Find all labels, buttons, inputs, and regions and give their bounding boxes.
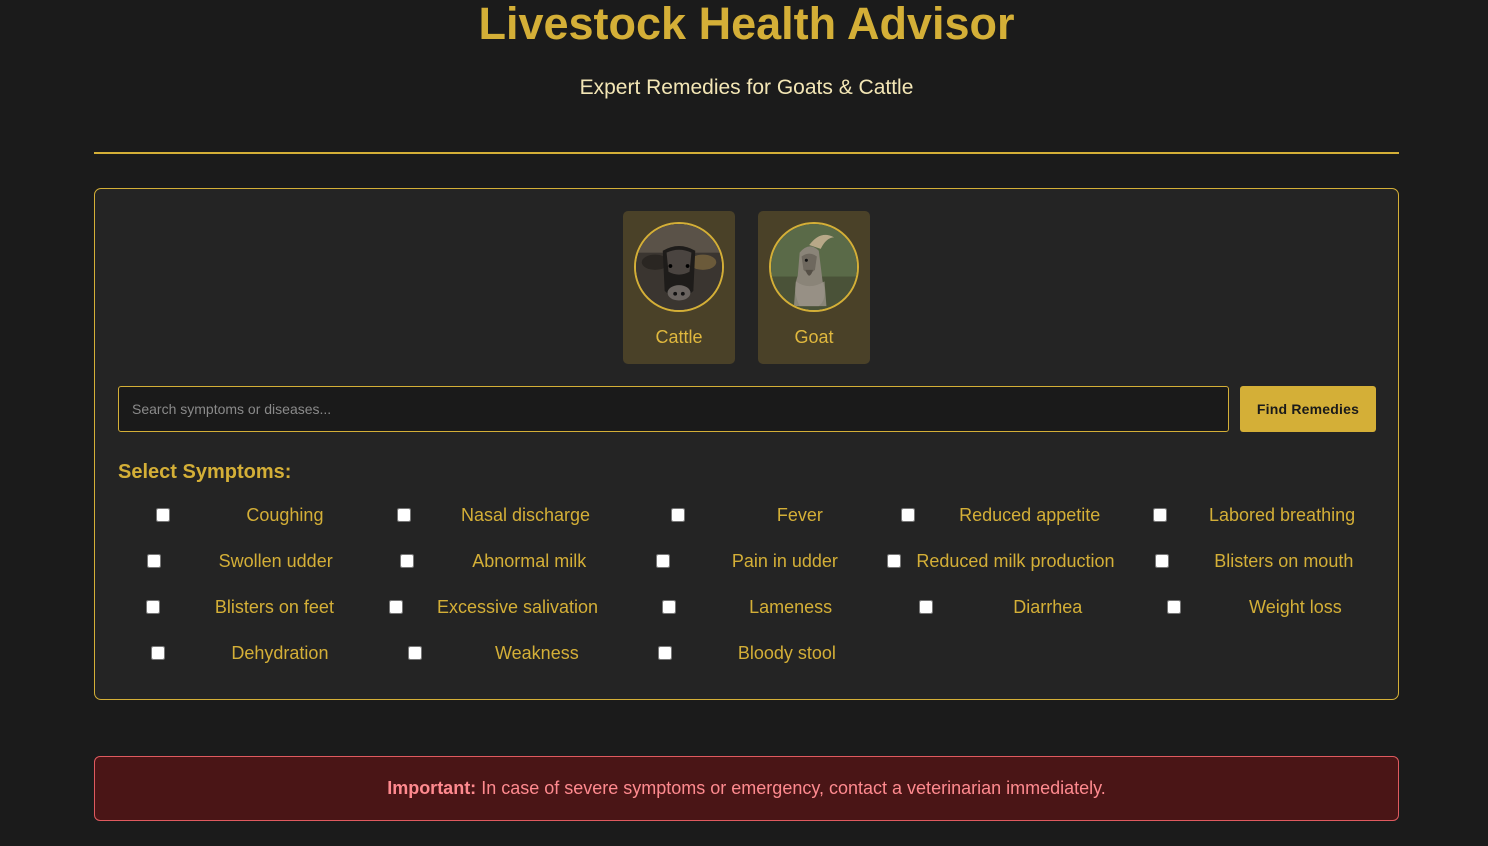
symptom-option[interactable]: Diarrhea bbox=[879, 594, 1123, 620]
symptom-label: Reduced appetite bbox=[959, 504, 1101, 525]
symptom-label: Reduced milk production bbox=[916, 550, 1115, 571]
symptom-label: Fever bbox=[776, 504, 823, 525]
symptom-checkbox[interactable] bbox=[656, 554, 671, 568]
symptom-option[interactable]: Blisters on mouth bbox=[1132, 548, 1376, 574]
symptom-checkbox[interactable] bbox=[396, 508, 411, 522]
symptom-option[interactable]: Pain in udder bbox=[625, 548, 869, 574]
symptom-checkbox[interactable] bbox=[661, 600, 676, 614]
symptom-option[interactable]: Lameness bbox=[625, 594, 869, 620]
find-remedies-button[interactable]: Find Remedies bbox=[1240, 386, 1376, 432]
symptom-option[interactable]: Reduced appetite bbox=[879, 502, 1123, 528]
symptom-checkbox[interactable] bbox=[156, 508, 171, 522]
symptom-label: Bloody stool bbox=[737, 642, 836, 663]
symptom-checkbox[interactable] bbox=[886, 554, 901, 568]
symptom-label: Weight loss bbox=[1249, 596, 1342, 617]
symptom-label: Diarrhea bbox=[1013, 596, 1083, 617]
warning-text: In case of severe symptoms or emergency,… bbox=[481, 778, 1106, 798]
symptom-label: Weakness bbox=[495, 642, 579, 663]
warning-label: Important: bbox=[387, 778, 477, 798]
animal-label-goat: Goat bbox=[794, 327, 834, 347]
symptom-option[interactable]: Abnormal milk bbox=[372, 548, 616, 574]
page-title: Livestock Health Advisor bbox=[478, 0, 1015, 49]
symptom-option[interactable]: Blisters on feet bbox=[118, 594, 362, 620]
symptom-checkbox[interactable] bbox=[400, 554, 415, 568]
symptom-option[interactable]: Fever bbox=[625, 502, 869, 528]
symptom-label: Pain in udder bbox=[731, 550, 838, 571]
symptom-option[interactable]: Weakness bbox=[372, 640, 616, 666]
emergency-warning: Important: In case of severe symptoms or… bbox=[94, 756, 1399, 821]
symptom-option[interactable]: Bloody stool bbox=[625, 640, 869, 666]
advisor-panel: Cattle Goat Find Remedies Select Symp bbox=[94, 188, 1399, 700]
symptom-checkbox[interactable] bbox=[1153, 508, 1168, 522]
symptom-checkbox[interactable] bbox=[1155, 554, 1170, 568]
search-input[interactable] bbox=[118, 386, 1229, 432]
symptom-checkbox[interactable] bbox=[151, 646, 166, 660]
symptom-label: Blisters on mouth bbox=[1214, 550, 1354, 571]
symptom-label: Abnormal milk bbox=[472, 550, 587, 571]
symptom-label: Swollen udder bbox=[218, 550, 333, 571]
animal-card-cattle[interactable]: Cattle bbox=[623, 211, 735, 364]
symptom-label: Labored breathing bbox=[1208, 504, 1356, 525]
cattle-photo bbox=[634, 222, 724, 312]
goat-photo bbox=[769, 222, 859, 312]
animal-card-goat[interactable]: Goat bbox=[758, 211, 870, 364]
symptom-checkbox[interactable] bbox=[900, 508, 915, 522]
symptom-checkbox[interactable] bbox=[408, 646, 423, 660]
symptom-option[interactable]: Coughing bbox=[118, 502, 362, 528]
symptom-checkbox[interactable] bbox=[1166, 600, 1181, 614]
page-header: Livestock Health Advisor Expert Remedies… bbox=[94, 0, 1399, 154]
symptom-checkbox[interactable] bbox=[145, 600, 160, 614]
symptom-option[interactable]: Reduced milk production bbox=[879, 548, 1123, 574]
symptom-checkbox[interactable] bbox=[918, 600, 933, 614]
animal-label-cattle: Cattle bbox=[655, 327, 703, 347]
symptom-grid: Coughing Nasal discharge Fever Reduced appe… bbox=[118, 502, 1376, 666]
symptom-checkbox[interactable] bbox=[658, 646, 673, 660]
symptom-option[interactable]: Excessive salivation bbox=[372, 594, 616, 620]
symptom-checkbox[interactable] bbox=[671, 508, 686, 522]
symptom-checkbox[interactable] bbox=[146, 554, 161, 568]
symptom-label: Blisters on feet bbox=[214, 596, 334, 617]
symptom-option[interactable]: Swollen udder bbox=[118, 548, 362, 574]
symptoms-heading: Select Symptoms: bbox=[118, 461, 292, 483]
symptom-option[interactable]: Weight loss bbox=[1132, 594, 1376, 620]
symptom-option[interactable]: Labored breathing bbox=[1132, 502, 1376, 528]
symptom-label: Nasal discharge bbox=[460, 504, 591, 525]
search-row: Find Remedies bbox=[118, 386, 1376, 432]
symptom-option[interactable]: Dehydration bbox=[118, 640, 362, 666]
symptom-checkbox[interactable] bbox=[388, 600, 403, 614]
page-subtitle: Expert Remedies for Goats & Cattle bbox=[579, 76, 914, 99]
symptom-label: Dehydration bbox=[231, 642, 329, 663]
animal-selector: Cattle Goat bbox=[95, 211, 1398, 364]
symptom-option[interactable]: Nasal discharge bbox=[372, 502, 616, 528]
symptom-label: Lameness bbox=[749, 596, 833, 617]
symptom-label: Coughing bbox=[246, 504, 324, 525]
symptom-label: Excessive salivation bbox=[436, 596, 599, 617]
